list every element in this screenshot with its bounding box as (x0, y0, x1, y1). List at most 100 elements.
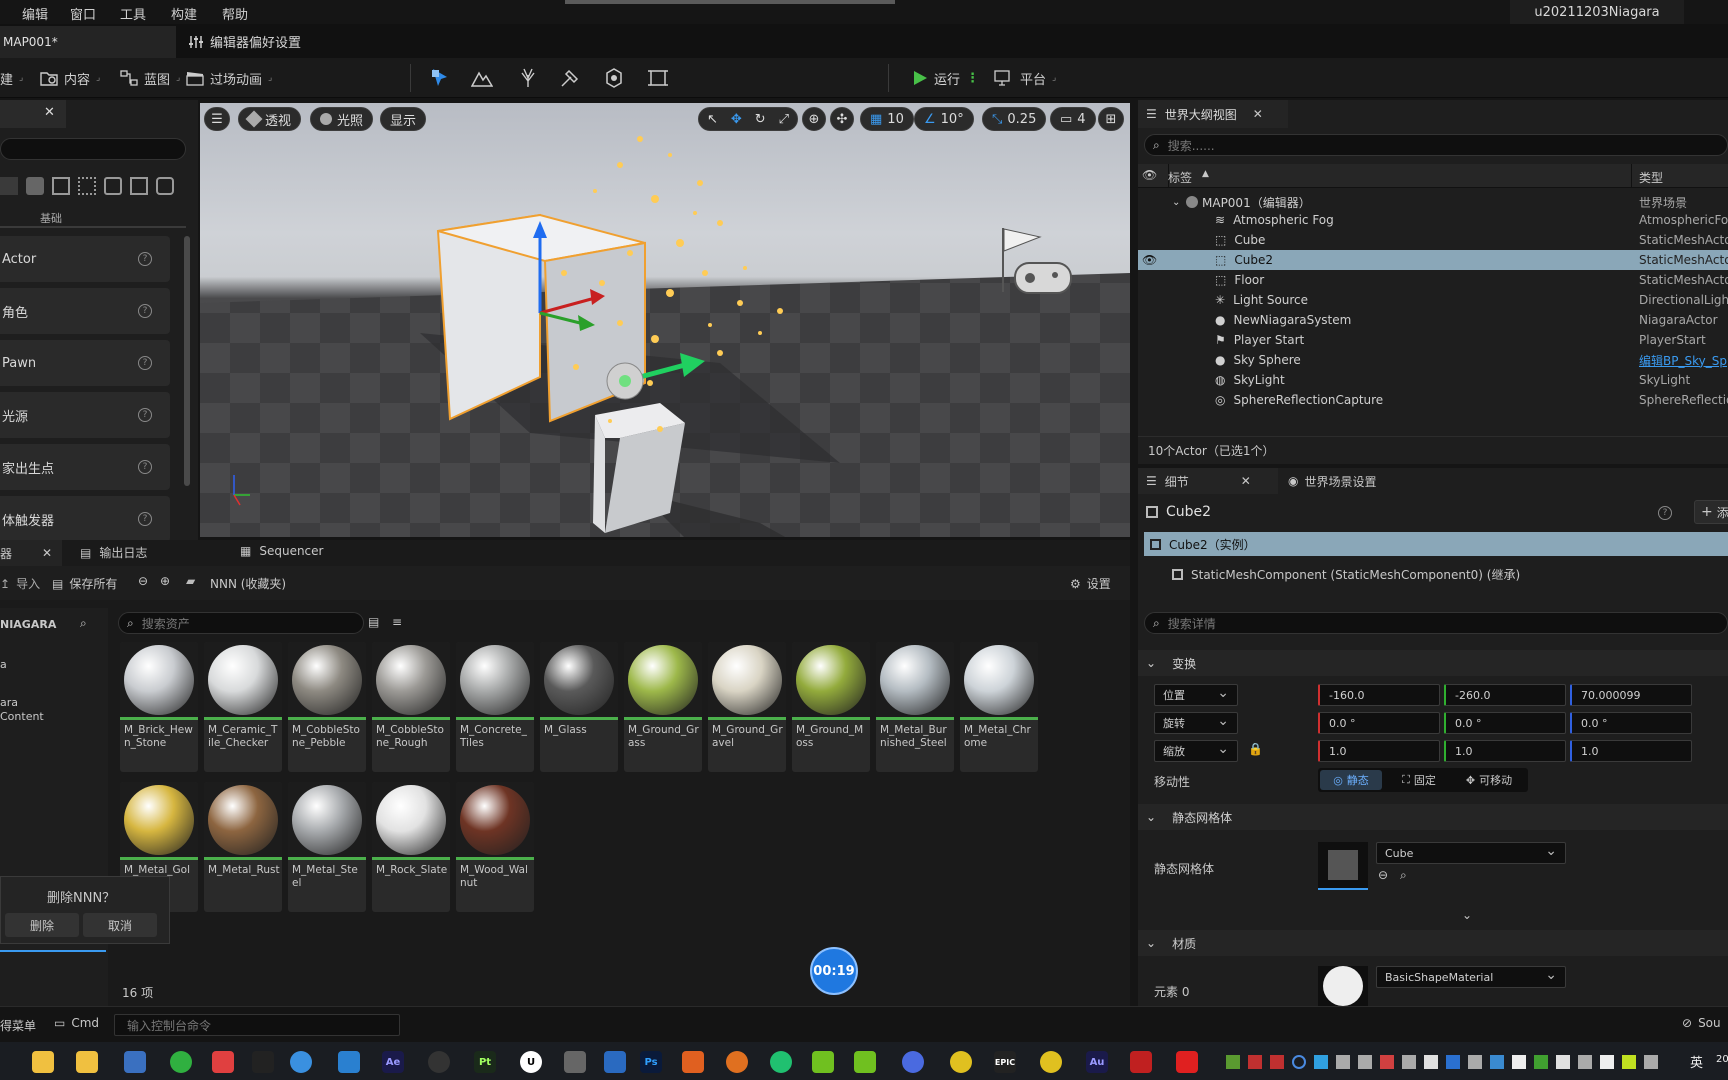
menu-window[interactable]: 窗口 (70, 4, 96, 23)
tray-icon[interactable] (1270, 1055, 1284, 1069)
import-button[interactable]: ↥ 导入 (0, 575, 40, 592)
mesh-thumbnail[interactable] (1318, 842, 1368, 890)
back-icon[interactable]: ⊖ (138, 574, 148, 588)
blender-icon[interactable] (726, 1051, 748, 1073)
play-options-icon[interactable]: ⋮ (966, 71, 979, 86)
chrome-icon[interactable] (902, 1051, 924, 1073)
mesh-paint-mode-icon[interactable] (558, 66, 582, 90)
asset-tile[interactable]: M_Ground_Gravel (708, 642, 786, 772)
place-search-input[interactable] (0, 138, 186, 160)
category-recent-icon[interactable] (0, 177, 18, 195)
place-item-trigger[interactable]: 体触发器? (0, 496, 170, 542)
tray-icon[interactable] (1622, 1055, 1636, 1069)
platform-button[interactable]: 平台 ⌟ (994, 66, 1056, 90)
outliner-row[interactable]: ◍ SkyLight SkyLight (1138, 370, 1728, 390)
laptop-icon[interactable] (124, 1051, 146, 1073)
clock[interactable]: 20 (1716, 1054, 1728, 1065)
tray-icon[interactable] (1578, 1055, 1592, 1069)
tray-icon[interactable] (1424, 1055, 1438, 1069)
close-icon[interactable]: ✕ (42, 546, 52, 560)
category-lights-icon[interactable] (52, 177, 70, 195)
expand-chevron-icon[interactable]: ⌄ (1462, 908, 1472, 922)
location-y-field[interactable]: -260.0 (1444, 684, 1566, 706)
tray-icon[interactable] (1336, 1055, 1350, 1069)
scale-z-field[interactable]: 1.0 (1570, 740, 1692, 762)
mobility-movable-button[interactable]: ✥ 可移动 (1454, 770, 1524, 790)
tray-icon[interactable] (1490, 1055, 1504, 1069)
mobility-static-button[interactable]: ◎ 静态 (1320, 770, 1382, 790)
window-icon[interactable] (604, 1051, 626, 1073)
help-icon[interactable]: ? (138, 512, 152, 526)
search-icon[interactable]: ⌕ (80, 616, 87, 631)
tray-icon[interactable] (1380, 1055, 1394, 1069)
tab-output-log[interactable]: ▤ 输出日志 (80, 544, 147, 561)
help-icon[interactable]: ? (138, 252, 152, 266)
place-panel-tab[interactable] (0, 100, 66, 128)
dialog-cancel-button[interactable]: 取消 (83, 913, 157, 937)
lit-button[interactable]: 光照 (310, 107, 374, 131)
tray-icon[interactable] (1226, 1055, 1240, 1069)
material-dropdown[interactable]: BasicShapeMaterial (1376, 966, 1566, 988)
details-search-input[interactable]: ⌕ 搜索详情 (1144, 612, 1728, 634)
filter-icon[interactable]: ≡ (392, 615, 402, 629)
material-thumbnail[interactable] (1318, 966, 1368, 1006)
outliner-row[interactable]: ⬚ Cube StaticMeshActor (1138, 230, 1728, 250)
asset-tile[interactable]: M_Ground_Grass (624, 642, 702, 772)
outliner-row[interactable]: ≋ Atmospheric Fog AtmosphericFog (1138, 210, 1728, 230)
col-label[interactable]: 标签 (1168, 169, 1192, 186)
app-grid-icon[interactable] (212, 1051, 234, 1073)
substance-painter-icon[interactable]: Pt (474, 1051, 496, 1073)
category-volumes-icon[interactable] (130, 177, 148, 195)
help-icon[interactable]: ? (138, 304, 152, 318)
forward-icon[interactable]: ⊕ (160, 574, 170, 588)
place-item-pawn[interactable]: Pawn? (0, 340, 170, 386)
content-button[interactable]: 内容 ⌟ (40, 66, 100, 90)
unreal-icon[interactable]: U (520, 1051, 542, 1073)
select-mode-icon[interactable] (428, 66, 452, 90)
iqiyi-icon[interactable] (812, 1051, 834, 1073)
transform-section[interactable]: ⌄ 变换 (1138, 650, 1728, 676)
tree-item[interactable]: ara (0, 696, 18, 709)
asset-tile[interactable]: M_Ground_Moss (792, 642, 870, 772)
tree-item[interactable]: a (0, 658, 7, 671)
viewport-layout-icon[interactable]: ⊞ (1098, 107, 1124, 131)
tray-icon[interactable] (1292, 1055, 1306, 1069)
after-effects-icon[interactable]: Ae (382, 1051, 404, 1073)
fracture-mode-icon[interactable] (602, 66, 626, 90)
create-button[interactable]: 建 ⌟ (0, 66, 23, 90)
tray-icon[interactable] (1556, 1055, 1570, 1069)
outliner-row[interactable]: ⬚ Floor StaticMeshActor (1138, 270, 1728, 290)
asset-tile[interactable]: M_Wood_Walnut (456, 782, 534, 912)
menu-build[interactable]: 构建 (171, 4, 197, 23)
category-all-icon[interactable] (156, 177, 174, 195)
tab-editor-prefs[interactable]: 编辑器偏好设置 (188, 32, 301, 51)
tray-icon[interactable] (1468, 1055, 1482, 1069)
tray-icon[interactable] (1512, 1055, 1526, 1069)
place-item-actor[interactable]: Actor? (0, 236, 170, 282)
outliner-row[interactable]: ⚑ Player Start PlayerStart (1138, 330, 1728, 350)
location-z-field[interactable]: 70.000099 (1570, 684, 1692, 706)
lock-icon[interactable]: 🔒 (1248, 742, 1263, 756)
viewport-menu-button[interactable]: ☰ (204, 107, 230, 131)
tray-icon[interactable] (1314, 1055, 1328, 1069)
component-row[interactable]: StaticMeshComponent (StaticMeshComponent… (1172, 566, 1520, 583)
col-type[interactable]: 类型 (1639, 169, 1663, 186)
asset-tile[interactable]: M_Ceramic_Tile_Checker (204, 642, 282, 772)
level-viewport[interactable]: ☰ 透视 光照 显示 ↖ ✥ ↻ ⤢ ⊕ ✣ ▦ 10 ∠ 10° ⤡ 0.25 ▭ 4… (200, 103, 1130, 537)
translate-tool-icon[interactable]: ✥ (731, 112, 742, 127)
help-icon[interactable]: ? (138, 460, 152, 474)
location-mode-dropdown[interactable]: 位置 (1154, 684, 1238, 706)
perspective-button[interactable]: 透视 (238, 107, 302, 131)
asset-tile[interactable]: M_Rock_Slate (372, 782, 450, 912)
close-icon[interactable]: ✕ (44, 105, 55, 120)
menu-tools[interactable]: 工具 (120, 4, 146, 23)
static-mesh-section[interactable]: ⌄ 静态网格体 (1138, 804, 1728, 830)
save-search-icon[interactable]: ▤ (368, 615, 379, 629)
file-icon[interactable] (32, 1051, 54, 1073)
asset-tile[interactable]: M_Glass (540, 642, 618, 772)
browse-icon[interactable]: ⌕ (1400, 868, 1407, 883)
folder-root[interactable]: NIAGARA (0, 618, 56, 631)
wps-icon[interactable] (950, 1051, 972, 1073)
asset-tile[interactable]: M_Metal_Burnished_Steel (876, 642, 954, 772)
cmd-dropdown[interactable]: ▭ Cmd (54, 1016, 99, 1030)
